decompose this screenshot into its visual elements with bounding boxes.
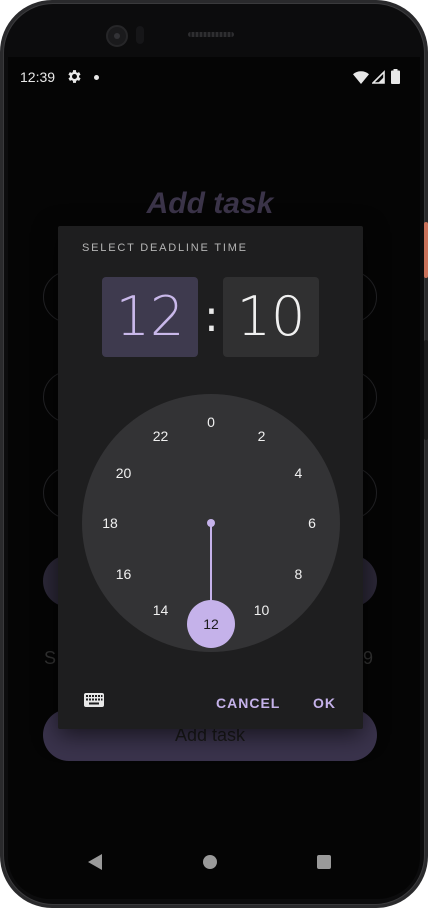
wifi-icon bbox=[353, 71, 369, 84]
proximity-sensor bbox=[136, 26, 144, 44]
ok-button[interactable]: OK bbox=[313, 695, 336, 711]
navigation-bar bbox=[8, 837, 420, 887]
camera-lens bbox=[114, 33, 120, 39]
clock-number-20[interactable]: 20 bbox=[109, 463, 139, 483]
phone-frame: 12:39 Add task S 9 Add task SELECT DEADL… bbox=[0, 0, 428, 908]
recents-icon[interactable] bbox=[317, 855, 331, 869]
clock-number-12[interactable]: 12 bbox=[196, 614, 226, 634]
hour-display[interactable]: 12 bbox=[102, 277, 198, 357]
power-button bbox=[424, 222, 428, 278]
home-icon[interactable] bbox=[203, 855, 217, 869]
clock-number-18[interactable]: 18 bbox=[95, 513, 125, 533]
clock-number-4[interactable]: 4 bbox=[283, 463, 313, 483]
page-title: Add task bbox=[146, 187, 274, 220]
clock-number-14[interactable]: 14 bbox=[146, 600, 176, 620]
gear-icon bbox=[68, 70, 81, 83]
front-camera bbox=[106, 25, 128, 47]
notification-dot bbox=[94, 75, 99, 80]
status-time: 12:39 bbox=[20, 69, 56, 85]
clock-center-dot bbox=[207, 519, 215, 527]
cancel-button[interactable]: CANCEL bbox=[216, 695, 280, 711]
back-icon[interactable] bbox=[88, 854, 102, 870]
status-bar: 12:39 bbox=[8, 57, 420, 97]
battery-icon bbox=[391, 69, 400, 84]
keyboard-icon[interactable] bbox=[84, 693, 104, 707]
selected-time-text: 9 bbox=[363, 648, 374, 668]
volume-button bbox=[424, 340, 428, 440]
clock-number-16[interactable]: 16 bbox=[109, 564, 139, 584]
time-separator: : bbox=[204, 291, 219, 342]
clock-number-6[interactable]: 6 bbox=[297, 513, 327, 533]
clock-number-2[interactable]: 2 bbox=[247, 426, 277, 446]
clock-number-8[interactable]: 8 bbox=[283, 564, 313, 584]
time-picker-dialog: SELECT DEADLINE TIME 12 : 10 0 2 4 6 8 10 12 14… bbox=[58, 226, 363, 729]
clock-number-22[interactable]: 22 bbox=[146, 426, 176, 446]
earpiece-speaker bbox=[188, 32, 234, 37]
clock-number-10[interactable]: 10 bbox=[247, 600, 277, 620]
screen: 12:39 Add task S 9 Add task SELECT DEADL… bbox=[8, 57, 420, 899]
signal-icon bbox=[372, 70, 385, 84]
minute-display[interactable]: 10 bbox=[223, 277, 319, 357]
selected-date-text: S bbox=[44, 648, 57, 668]
clock-number-0[interactable]: 0 bbox=[196, 412, 226, 432]
clock-dial[interactable]: 0 2 4 6 8 10 12 14 16 18 20 22 bbox=[82, 394, 340, 652]
dialog-header: SELECT DEADLINE TIME bbox=[82, 242, 248, 254]
